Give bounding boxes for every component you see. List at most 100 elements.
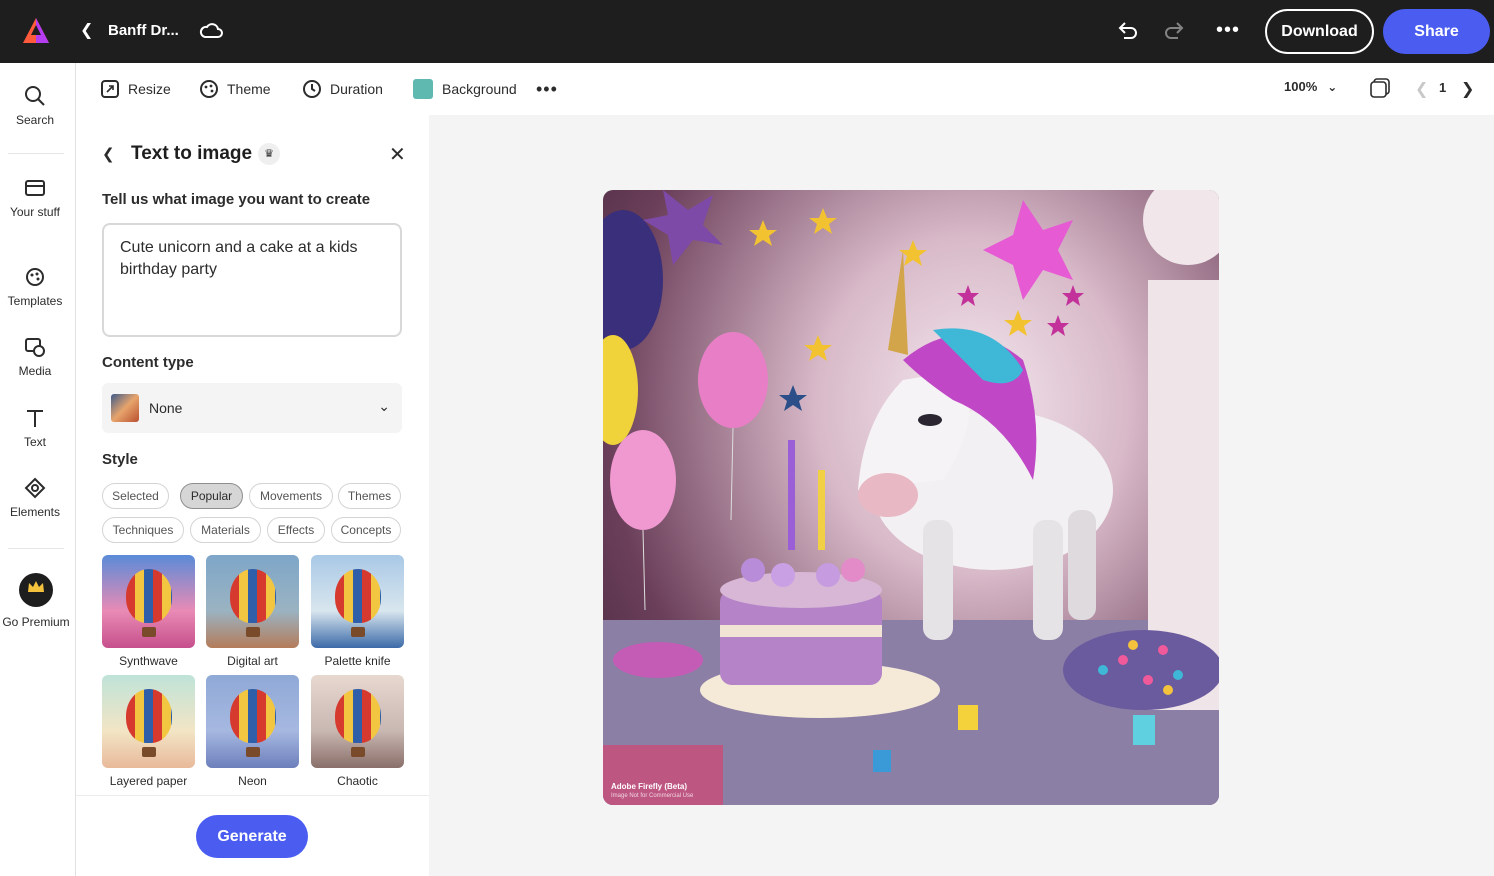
rail-item-media[interactable]: Media xyxy=(0,336,70,378)
next-page-icon[interactable]: ❯ xyxy=(1461,79,1474,99)
panel-back-icon[interactable]: ❮ xyxy=(102,145,115,163)
style-tile-palette-knife[interactable]: Palette knife xyxy=(311,555,404,668)
resize-label: Resize xyxy=(128,81,171,97)
background-label: Background xyxy=(442,81,517,97)
elements-icon xyxy=(24,477,46,499)
chevron-down-icon: ⌄ xyxy=(1327,79,1338,94)
resize-button[interactable]: Resize xyxy=(100,77,171,101)
style-tile-synthwave[interactable]: Synthwave xyxy=(102,555,195,668)
style-thumbnail xyxy=(311,675,404,768)
folder-icon xyxy=(25,180,45,196)
style-thumbnail xyxy=(311,555,404,648)
page-number: 1 xyxy=(1439,80,1447,95)
style-thumbnail xyxy=(206,555,299,648)
redo-icon[interactable] xyxy=(1161,19,1187,43)
chip-movements[interactable]: Movements xyxy=(249,483,333,509)
chip-themes[interactable]: Themes xyxy=(338,483,401,509)
style-tile-neon[interactable]: Neon xyxy=(206,675,299,788)
content-type-label: Content type xyxy=(102,354,194,371)
rail-label: Your stuff xyxy=(9,205,61,219)
generate-button[interactable]: Generate xyxy=(196,815,308,858)
rail-label: Elements xyxy=(9,505,61,519)
tile-label: Digital art xyxy=(227,654,278,668)
rail-label: Text xyxy=(23,435,46,449)
divider xyxy=(76,795,429,796)
tile-label: Neon xyxy=(238,774,267,788)
watermark: Adobe Firefly (Beta) xyxy=(611,782,688,791)
chip-concepts[interactable]: Concepts xyxy=(331,517,401,543)
zoom-value: 100% xyxy=(1284,79,1318,94)
share-button[interactable]: Share xyxy=(1383,9,1490,54)
back-icon[interactable]: ❮ xyxy=(80,20,96,42)
rail-item-text[interactable]: Text xyxy=(0,407,70,449)
style-tile-layered-paper[interactable]: Layered paper xyxy=(102,675,195,788)
go-premium-button[interactable]: Go Premium xyxy=(0,573,72,629)
generated-image[interactable]: Adobe Firefly (Beta) Image Not for Comme… xyxy=(603,190,1219,805)
crown-icon xyxy=(19,573,53,607)
top-bar: ❮ Banff Dr... ••• Download Share xyxy=(0,0,1494,63)
undo-icon[interactable] xyxy=(1115,19,1141,43)
chevron-down-icon: ⌄ xyxy=(378,398,390,414)
templates-icon xyxy=(26,268,44,286)
premium-crown-icon: ♛ xyxy=(258,143,280,165)
content-type-value: None xyxy=(149,400,183,416)
background-swatch xyxy=(413,79,433,99)
tile-label: Palette knife xyxy=(324,654,391,668)
style-thumbnail xyxy=(102,675,195,768)
chip-effects[interactable]: Effects xyxy=(267,517,325,543)
search-icon xyxy=(25,86,45,106)
chip-popular[interactable]: Popular xyxy=(180,483,243,509)
text-to-image-panel: ❮ Text to image ♛ ✕ Tell us what image y… xyxy=(76,115,429,876)
style-label: Style xyxy=(102,451,138,468)
document-title[interactable]: Banff Dr... xyxy=(108,22,179,39)
style-tile-chaotic[interactable]: Chaotic xyxy=(311,675,404,788)
style-thumbnail xyxy=(206,675,299,768)
watermark-subtitle: Image Not for Commercial Use xyxy=(611,793,694,799)
rail-item-your-stuff[interactable]: Your stuff xyxy=(0,177,70,219)
panel-title: Text to image xyxy=(131,143,253,164)
chip-materials[interactable]: Materials xyxy=(190,517,261,543)
adobe-express-logo-icon[interactable] xyxy=(20,15,52,47)
rail-item-elements[interactable]: Elements xyxy=(0,477,70,519)
left-rail: Search Your stuff Templates Media Text E… xyxy=(0,63,76,876)
chip-selected[interactable]: Selected xyxy=(102,483,169,509)
canvas-toolbar: Resize Theme Duration Background ••• 100… xyxy=(76,63,1494,115)
rail-label: Go Premium xyxy=(2,615,70,629)
unicorn-birthday-illustration xyxy=(603,190,1219,805)
duration-button[interactable]: Duration xyxy=(302,77,383,101)
chip-techniques[interactable]: Techniques xyxy=(102,517,184,543)
rail-item-templates[interactable]: Templates xyxy=(0,266,70,308)
media-icon xyxy=(25,338,45,357)
tile-label: Synthwave xyxy=(119,654,178,668)
text-icon xyxy=(27,410,43,427)
background-button[interactable]: Background xyxy=(413,77,517,101)
more-toolbar-icon[interactable]: ••• xyxy=(536,77,558,101)
more-options-icon[interactable]: ••• xyxy=(1215,18,1241,42)
style-thumbnail xyxy=(102,555,195,648)
rail-label: Templates xyxy=(7,294,63,308)
style-tile-digital-art[interactable]: Digital art xyxy=(206,555,299,668)
close-icon[interactable]: ✕ xyxy=(389,142,406,167)
duration-label: Duration xyxy=(330,81,383,97)
content-type-select[interactable]: None ⌄ xyxy=(102,383,402,433)
prompt-input[interactable]: Cute unicorn and a cake at a kids birthd… xyxy=(102,223,402,337)
prompt-label: Tell us what image you want to create xyxy=(102,191,371,208)
rail-label: Search xyxy=(15,113,55,127)
canvas-area: Adobe Firefly (Beta) Image Not for Comme… xyxy=(429,115,1494,876)
content-type-thumbnail xyxy=(111,394,139,422)
rail-item-search[interactable]: Search xyxy=(0,85,70,127)
rail-label: Media xyxy=(18,364,52,378)
pages-icon[interactable] xyxy=(1369,77,1391,99)
previous-page-icon[interactable]: ❮ xyxy=(1415,79,1428,99)
divider xyxy=(8,153,64,154)
theme-icon xyxy=(200,80,218,98)
divider xyxy=(8,548,64,549)
download-button[interactable]: Download xyxy=(1265,9,1374,54)
theme-button[interactable]: Theme xyxy=(199,77,271,101)
cloud-icon[interactable] xyxy=(198,19,224,43)
resize-icon xyxy=(101,80,119,98)
tile-label: Chaotic xyxy=(337,774,378,788)
zoom-dropdown[interactable]: 100% ⌄ xyxy=(1284,79,1337,94)
clock-icon xyxy=(303,80,321,98)
tile-label: Layered paper xyxy=(109,774,188,788)
